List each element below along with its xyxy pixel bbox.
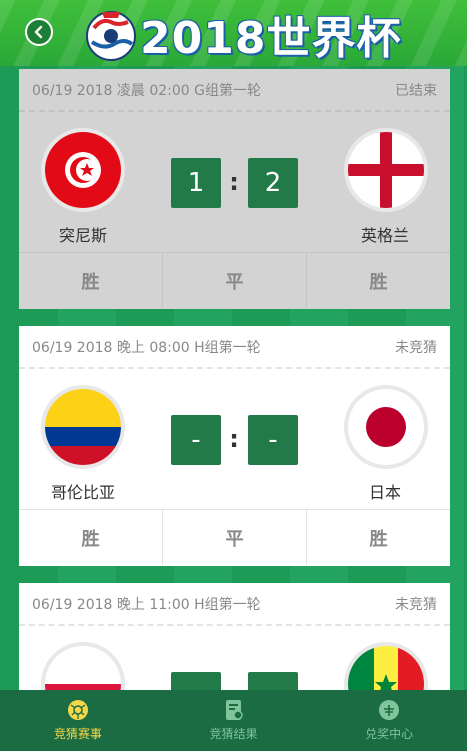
poland-flag-icon	[45, 646, 121, 690]
ball-icon	[67, 699, 89, 721]
match-date: 06/19 2018 晚上 11:00 H组第一轮	[32, 596, 261, 613]
match-status: 未竞猜	[395, 339, 437, 356]
nav-label: 兑奖中心	[365, 727, 414, 741]
match-info-bar: 06/19 2018 晚上 11:00 H组第一轮 未竞猜	[19, 583, 450, 626]
away-score: -	[248, 415, 298, 465]
nav-item-prizes[interactable]: 兑奖中心	[311, 690, 467, 751]
home-team-name: 哥伦比亚	[50, 483, 115, 502]
match-info-bar: 06/19 2018 凌晨 02:00 G组第一轮 已结束	[19, 69, 450, 112]
home-score	[171, 672, 221, 690]
nav-label: 竞猜赛事	[53, 727, 102, 741]
bet-options: 胜 平 胜	[19, 509, 450, 565]
match-teams: 突尼斯 1 : 2 英格兰	[19, 112, 450, 252]
score-separator: :	[229, 425, 239, 453]
bet-home-win-button[interactable]: 胜	[19, 510, 163, 565]
away-team-flag	[344, 385, 428, 469]
header-banner: 2018世界杯	[0, 0, 467, 66]
chevron-left-icon	[34, 25, 43, 39]
home-team-name: 突尼斯	[58, 226, 107, 245]
home-score: -	[171, 415, 221, 465]
tunisia-flag-icon	[45, 132, 121, 208]
gift-icon	[378, 699, 400, 721]
match-card: 06/19 2018 凌晨 02:00 G组第一轮 已结束 突尼斯 1 : 2	[19, 69, 450, 309]
score-separator: :	[226, 682, 242, 690]
bet-options: 胜 平 胜	[19, 252, 450, 308]
match-card: 06/19 2018 晚上 08:00 H组第一轮 未竞猜 哥伦比亚 - : -	[19, 326, 450, 566]
away-score: 2	[248, 158, 298, 208]
match-info-bar: 06/19 2018 晚上 08:00 H组第一轮 未竞猜	[19, 326, 450, 369]
away-team-flag	[344, 642, 428, 690]
document-icon	[223, 699, 245, 721]
bet-home-win-button[interactable]: 胜	[19, 253, 163, 308]
bet-draw-button[interactable]: 平	[163, 510, 307, 565]
world-cup-ball-icon	[86, 11, 136, 61]
home-team-flag	[41, 642, 125, 690]
bet-away-win-button[interactable]: 胜	[307, 253, 450, 308]
bet-away-win-button[interactable]: 胜	[307, 510, 450, 565]
nav-label: 竞猜结果	[209, 727, 258, 741]
match-date: 06/19 2018 晚上 08:00 H组第一轮	[32, 339, 261, 356]
nav-item-matches[interactable]: 竞猜赛事	[0, 690, 156, 751]
away-score	[248, 672, 298, 690]
match-teams: :	[19, 626, 450, 690]
score-separator: :	[229, 168, 239, 196]
home-score: 1	[171, 158, 221, 208]
match-card: 06/19 2018 晚上 11:00 H组第一轮 未竞猜 :	[19, 583, 450, 690]
home-team-flag	[41, 385, 125, 469]
colombia-flag-icon	[45, 389, 121, 465]
match-teams: 哥伦比亚 - : - 日本	[19, 369, 450, 509]
away-team-name: 日本	[368, 483, 401, 502]
senegal-flag-icon	[348, 646, 424, 690]
match-date: 06/19 2018 凌晨 02:00 G组第一轮	[32, 82, 261, 99]
england-flag-icon	[348, 132, 424, 208]
match-status: 已结束	[395, 82, 437, 99]
bottom-navigation: 竞猜赛事 竞猜结果 兑奖中心	[0, 690, 467, 751]
match-status: 未竞猜	[395, 596, 437, 613]
back-button[interactable]	[25, 18, 53, 46]
japan-flag-icon	[348, 389, 424, 465]
home-team-flag	[41, 128, 125, 212]
nav-item-results[interactable]: 竞猜结果	[156, 690, 312, 751]
away-team-name: 英格兰	[360, 226, 409, 245]
bet-draw-button[interactable]: 平	[163, 253, 307, 308]
page-title: 2018世界杯	[140, 13, 402, 64]
away-team-flag	[344, 128, 428, 212]
